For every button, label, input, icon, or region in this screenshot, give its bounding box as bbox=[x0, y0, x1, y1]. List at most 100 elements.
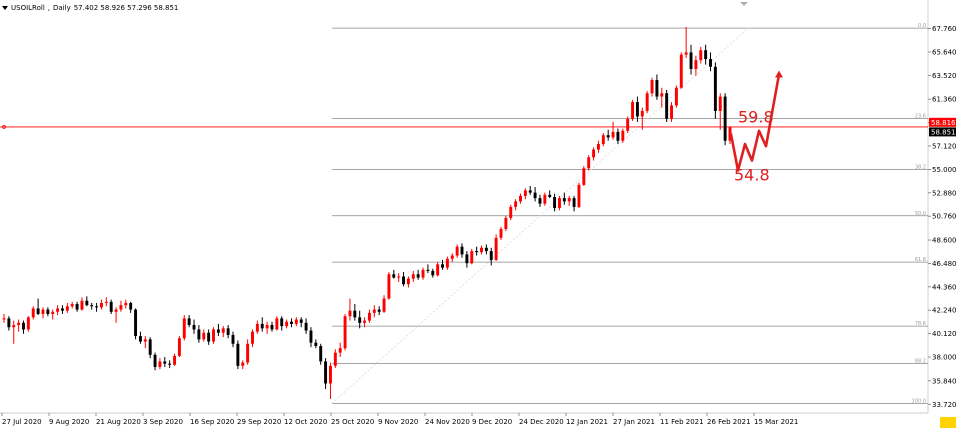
candle-body bbox=[558, 198, 561, 209]
candle bbox=[285, 319, 289, 329]
candle bbox=[260, 317, 264, 332]
candle-body bbox=[75, 304, 79, 310]
candle bbox=[626, 116, 630, 133]
candle bbox=[138, 331, 142, 344]
candle-body bbox=[104, 301, 108, 303]
candle-body bbox=[182, 318, 186, 339]
candle bbox=[441, 259, 444, 270]
x-tick-label: 3 Sep 2020 bbox=[143, 418, 183, 426]
candle bbox=[109, 299, 113, 314]
candle-body bbox=[626, 118, 630, 131]
candle bbox=[484, 244, 488, 255]
candle-body bbox=[723, 96, 727, 141]
candle-body bbox=[504, 217, 508, 230]
candle bbox=[611, 121, 615, 140]
candle bbox=[129, 301, 133, 313]
candle-body bbox=[285, 321, 289, 327]
candle-body bbox=[236, 343, 240, 366]
candle-body bbox=[494, 237, 498, 260]
candle bbox=[294, 317, 298, 327]
candle-body bbox=[694, 60, 698, 69]
candle-body bbox=[382, 298, 386, 312]
y-tick-label: 38.000 bbox=[932, 354, 957, 362]
candle-body bbox=[577, 184, 581, 207]
candle-body bbox=[611, 131, 615, 138]
time-axis-ticks: 27 Jul 2020 9 Aug 2020 21 Aug 2020 3 Sep 20… bbox=[1, 413, 798, 426]
candle bbox=[436, 262, 440, 277]
candle-body bbox=[699, 50, 703, 61]
candle-body bbox=[684, 52, 688, 55]
dropdown-arrow-icon[interactable] bbox=[2, 6, 8, 10]
candle-body bbox=[523, 190, 527, 196]
candle-body bbox=[207, 332, 211, 342]
candle bbox=[504, 215, 508, 232]
candle bbox=[494, 234, 498, 262]
candle-body bbox=[324, 361, 328, 384]
candle-body bbox=[290, 321, 293, 324]
y-tick-label: 35.840 bbox=[932, 377, 957, 385]
candle-body bbox=[294, 319, 298, 324]
candle-body bbox=[246, 343, 250, 363]
candle-body bbox=[275, 318, 279, 330]
candle bbox=[528, 185, 532, 195]
candle-body bbox=[65, 306, 69, 311]
y-tick-label: 67.760 bbox=[932, 25, 957, 33]
projection-arrowhead-icon bbox=[775, 70, 783, 78]
candle bbox=[567, 195, 571, 206]
candle-body bbox=[484, 247, 488, 252]
candle-body bbox=[95, 306, 99, 308]
candle bbox=[51, 309, 55, 320]
candle bbox=[221, 326, 225, 338]
candle bbox=[41, 307, 45, 319]
candle-body bbox=[402, 276, 406, 285]
candle-body bbox=[470, 251, 474, 264]
candle bbox=[290, 318, 293, 328]
candle bbox=[470, 248, 474, 265]
annotation-support-label: 54.8 bbox=[734, 166, 770, 185]
candle-body bbox=[319, 345, 323, 362]
candle bbox=[114, 307, 118, 323]
candle-body bbox=[119, 305, 123, 310]
candle-body bbox=[562, 198, 566, 202]
candle bbox=[46, 307, 50, 317]
candle bbox=[460, 243, 464, 258]
fib-label: 50.0 bbox=[915, 211, 926, 217]
candle bbox=[655, 74, 659, 100]
candle-body bbox=[265, 325, 269, 329]
candle-body bbox=[665, 93, 669, 119]
candle-body bbox=[704, 50, 708, 60]
x-tick-label: 29 Sep 2020 bbox=[237, 418, 281, 426]
candle-body bbox=[85, 300, 89, 306]
candle-body bbox=[280, 318, 284, 327]
candle bbox=[684, 27, 688, 58]
candle bbox=[153, 352, 157, 371]
candle bbox=[212, 327, 215, 344]
candle-body bbox=[221, 328, 225, 333]
candle-body bbox=[660, 93, 664, 97]
candle bbox=[148, 337, 152, 359]
x-tick-label: 15 Mar 2021 bbox=[754, 418, 798, 426]
candle-body bbox=[601, 135, 605, 145]
candle-body bbox=[635, 102, 639, 117]
candle bbox=[514, 199, 518, 211]
candle-body bbox=[489, 251, 493, 260]
candle bbox=[80, 297, 84, 311]
candle bbox=[75, 301, 79, 312]
candle-body bbox=[621, 130, 625, 141]
annotation-resistance-label: 59.8 bbox=[738, 107, 774, 126]
candle bbox=[255, 320, 259, 334]
fib-label: 38.2 bbox=[915, 164, 926, 170]
candle bbox=[577, 182, 581, 209]
candle-body bbox=[372, 309, 376, 313]
candle-body bbox=[363, 320, 367, 323]
candle bbox=[392, 269, 396, 279]
candle-body bbox=[674, 87, 678, 106]
candle bbox=[601, 132, 605, 147]
candle bbox=[202, 329, 206, 342]
candle-body bbox=[348, 310, 352, 317]
candle bbox=[562, 192, 566, 205]
price-chart[interactable]: 0.0 23.6 38.2 50.0 61.8 78.6 88.2 100.0 67.760 6… bbox=[0, 0, 960, 429]
candle bbox=[99, 299, 103, 310]
candle-body bbox=[406, 278, 410, 285]
candle-body bbox=[679, 54, 683, 88]
